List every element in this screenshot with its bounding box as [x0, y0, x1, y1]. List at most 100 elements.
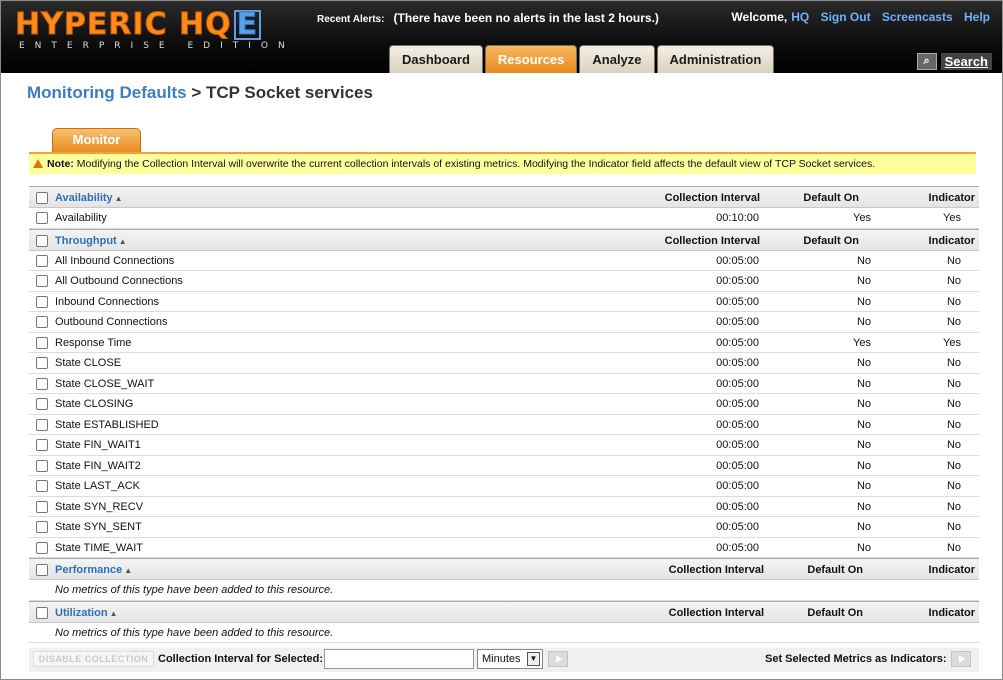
metric-interval: 00:05:00	[716, 398, 759, 410]
row-checkbox[interactable]	[36, 521, 48, 533]
utilization-select-all-checkbox[interactable]	[36, 606, 48, 619]
metric-name: State CLOSE_WAIT	[55, 377, 155, 390]
tab-monitor[interactable]: Monitor	[52, 128, 141, 152]
row-checkbox[interactable]	[36, 480, 48, 492]
welcome-text: Welcome,	[731, 10, 788, 24]
metric-name: State TIME_WAIT	[55, 541, 144, 554]
metric-default-on: No	[856, 377, 871, 390]
col-default-on: Default On	[803, 234, 859, 247]
bulk-action-bar: DISABLE COLLECTION Collection Interval f…	[29, 648, 979, 672]
sort-asc-icon[interactable]: ▲	[110, 609, 118, 618]
row-checkbox[interactable]	[36, 541, 48, 554]
tab-administration[interactable]: Administration	[656, 45, 775, 73]
row-checkbox[interactable]	[36, 459, 48, 472]
metric-name: State FIN_WAIT2	[55, 459, 141, 472]
metric-name: State FIN_WAIT1	[55, 439, 141, 451]
metric-interval: 00:05:00	[716, 480, 759, 492]
availability-header-row: Availability ▲ Collection Interval Defaul…	[29, 186, 979, 208]
collection-interval-input[interactable]	[324, 649, 474, 669]
search-link[interactable]: Search	[940, 53, 992, 70]
metric-indicator: Yes	[943, 212, 961, 224]
utilization-header-row: Utilization ▲ Collection Interval Default…	[29, 600, 979, 623]
row-checkbox[interactable]	[36, 336, 48, 349]
row-checkbox[interactable]	[36, 295, 48, 308]
tab-resources[interactable]: Resources	[484, 45, 578, 73]
metric-interval: 00:05:00	[716, 254, 759, 267]
metric-interval: 00:05:00	[716, 418, 759, 431]
throughput-header-row: Throughput ▲ Collection Interval Default …	[29, 228, 979, 251]
utilization-sort-link[interactable]: Utilization	[55, 607, 108, 619]
metric-default-on: Yes	[853, 212, 871, 224]
sort-asc-icon[interactable]: ▲	[115, 194, 123, 203]
table-row: State SYN_SENT 00:05:00 No No	[29, 517, 979, 538]
throughput-select-all-checkbox[interactable]	[36, 234, 48, 247]
sort-asc-icon[interactable]: ▲	[119, 237, 127, 246]
alerts-label: Recent Alerts:	[317, 14, 385, 25]
table-row: State FIN_WAIT1 00:05:00 No No	[29, 435, 979, 456]
col-collection-interval: Collection Interval	[664, 234, 760, 247]
chevron-down-icon[interactable]: ▼	[527, 652, 540, 666]
interval-unit-select[interactable]: Minutes ▼	[477, 649, 543, 669]
search-icon[interactable]: ⌕	[916, 53, 937, 70]
row-checkbox[interactable]	[36, 357, 48, 369]
metric-name: Availability	[55, 212, 107, 224]
user-link[interactable]: HQ	[791, 10, 809, 24]
metric-interval: 00:05:00	[716, 377, 759, 390]
row-checkbox[interactable]	[36, 439, 48, 451]
disable-collection-button[interactable]: DISABLE COLLECTION	[33, 651, 154, 667]
row-checkbox[interactable]	[36, 418, 48, 431]
throughput-rows: All Inbound Connections 00:05:00 No No All …	[29, 251, 979, 558]
metric-interval: 00:05:00	[716, 521, 759, 533]
app-frame: HYPERIC HQ E ENTERPRISE EDITION Recent Al…	[0, 0, 1003, 680]
table-row: State CLOSING 00:05:00 No No	[29, 394, 979, 415]
metric-interval: 00:05:00	[716, 336, 759, 349]
table-row: All Inbound Connections 00:05:00 No No	[29, 251, 979, 271]
metric-name: State LAST_ACK	[55, 480, 140, 492]
breadcrumb-separator: >	[191, 83, 202, 102]
performance-select-all-checkbox[interactable]	[36, 564, 48, 576]
warning-icon	[33, 159, 43, 168]
tab-dashboard[interactable]: Dashboard	[389, 45, 483, 73]
row-checkbox[interactable]	[36, 254, 48, 267]
table-row: State ESTABLISHED 00:05:00 No No	[29, 415, 979, 435]
row-checkbox[interactable]	[36, 377, 48, 390]
set-indicators-button[interactable]	[951, 651, 971, 667]
metric-interval: 00:05:00	[716, 316, 759, 328]
throughput-sort-link[interactable]: Throughput	[55, 235, 117, 247]
screencasts-link[interactable]: Screencasts	[882, 10, 953, 24]
help-link[interactable]: Help	[964, 10, 990, 24]
main-nav: Dashboard Resources Analyze Administrati…	[389, 45, 776, 73]
row-checkbox[interactable]	[36, 212, 48, 224]
recent-alerts: Recent Alerts: (There have been no alert…	[317, 11, 659, 25]
indicators-label: Set Selected Metrics as Indicators:	[765, 653, 947, 665]
availability-sort-link[interactable]: Availability	[55, 192, 113, 204]
apply-interval-button[interactable]	[548, 651, 568, 667]
header-bar: HYPERIC HQ E ENTERPRISE EDITION Recent Al…	[1, 1, 1002, 73]
sort-asc-icon[interactable]: ▲	[124, 566, 132, 575]
breadcrumb-monitoring-defaults[interactable]: Monitoring Defaults	[27, 83, 187, 102]
metric-name: Inbound Connections	[55, 295, 159, 308]
performance-sort-link[interactable]: Performance	[55, 564, 122, 576]
availability-select-all-checkbox[interactable]	[36, 192, 48, 204]
row-checkbox[interactable]	[36, 316, 48, 328]
metrics-table: Availability ▲ Collection Interval Defaul…	[29, 186, 979, 643]
sign-out-link[interactable]: Sign Out	[821, 10, 871, 24]
metric-indicator: No	[946, 275, 961, 287]
note-text: Modifying the Collection Interval will o…	[76, 158, 876, 170]
row-checkbox[interactable]	[36, 398, 48, 410]
metric-default-on: No	[856, 398, 871, 410]
metric-interval: 00:05:00	[716, 357, 759, 369]
metric-indicator: No	[946, 439, 961, 451]
metric-indicator: No	[946, 500, 961, 513]
table-row: State CLOSE_WAIT 00:05:00 No No	[29, 374, 979, 394]
tab-analyze[interactable]: Analyze	[579, 45, 655, 73]
search-control[interactable]: ⌕ Search	[916, 53, 992, 70]
hyperic-logo[interactable]: HYPERIC HQ E ENTERPRISE EDITION	[15, 8, 295, 51]
metric-interval: 00:05:00	[716, 541, 759, 554]
metric-interval: 00:05:00	[716, 459, 759, 472]
row-checkbox[interactable]	[36, 500, 48, 513]
row-checkbox[interactable]	[36, 275, 48, 287]
empty-message: No metrics of this type have been added …	[55, 626, 334, 639]
metric-name: All Inbound Connections	[55, 254, 175, 267]
metric-indicator: No	[946, 316, 961, 328]
